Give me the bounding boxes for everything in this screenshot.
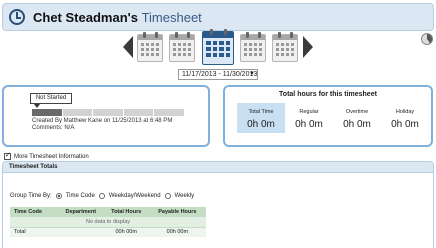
group-option-label: Time Code — [65, 193, 95, 199]
payable-hours: 00h 00m — [148, 226, 206, 237]
clock-icon — [9, 9, 25, 25]
group-option-label: Weekday/Weekend — [108, 193, 161, 199]
progress-segment — [93, 109, 123, 116]
regular-cell: Regular 0h 0m — [285, 103, 333, 133]
pie-chart-icon[interactable] — [421, 33, 433, 45]
group-by-row: Group Time By: Time Code Weekday/Weekend… — [10, 193, 194, 199]
period-select-value: 11/17/2013 - 11/30/2013 — [182, 71, 258, 78]
totals-table: Time Code Department Total Hours Payable… — [10, 207, 206, 237]
calendar-icon[interactable] — [272, 32, 298, 62]
status-pointer-icon — [34, 104, 40, 108]
group-by-label: Group Time By: — [10, 193, 52, 199]
group-weekly-radio[interactable] — [164, 193, 171, 199]
hours-value: 0h 0m — [391, 119, 419, 130]
timesheet-header: Chet Steadman's Timesheet — [2, 3, 434, 31]
group-time-code-radio[interactable] — [55, 193, 62, 199]
timesheet-totals-section: Timesheet Totals Group Time By: Time Cod… — [2, 161, 434, 248]
next-period-arrow-icon[interactable] — [303, 36, 313, 58]
calendar-icon[interactable] — [169, 32, 195, 62]
empty-message: No data to display — [10, 217, 206, 227]
empty-row: No data to display — [10, 217, 206, 227]
totals-title: Timesheet Totals — [3, 162, 433, 173]
column-header[interactable]: Payable Hours — [148, 207, 206, 217]
column-header[interactable]: Total Hours — [103, 207, 149, 217]
status-panel: Not Started Created By Matthew Kane on 1… — [2, 85, 210, 147]
owner-name: Chet Steadman's — [33, 10, 138, 25]
group-option-label: Weekly — [174, 193, 195, 199]
more-info-checkbox[interactable] — [4, 152, 11, 160]
hours-value: 0h 0m — [247, 119, 275, 130]
total-hours: 00h 00m — [103, 226, 149, 237]
more-info-label: More Timesheet Information — [14, 153, 89, 160]
hours-label: Holiday — [395, 109, 415, 115]
progress-segment — [123, 109, 154, 116]
hours-label: Regular — [299, 109, 319, 115]
total-row: Total 00h 00m 00h 00m — [10, 226, 206, 237]
progress-segment — [154, 109, 184, 116]
hours-value: 0h 0m — [295, 119, 323, 130]
title-suffix: Timesheet — [141, 10, 202, 25]
current-period-calendar-icon[interactable] — [202, 29, 234, 65]
column-header[interactable]: Time Code — [10, 207, 58, 217]
hours-title: Total hours for this timesheet — [279, 91, 377, 98]
total-label: Total — [10, 226, 58, 237]
overtime-cell: Overtime 0h 0m — [333, 103, 381, 133]
more-info-toggle[interactable]: More Timesheet Information — [4, 152, 89, 160]
progress-segment — [32, 109, 62, 116]
group-weekday-weekend-radio[interactable] — [98, 193, 105, 199]
period-select[interactable]: 11/17/2013 - 11/30/2013 ▼ — [178, 69, 258, 80]
created-by-text: Created By Matthew Kane on 11/25/2013 at… — [32, 118, 173, 124]
total-time-cell: Total Time 0h 0m — [237, 103, 285, 133]
hours-summary-panel: Total hours for this timesheet Total Tim… — [223, 85, 433, 147]
holiday-cell: Holiday 0h 0m — [381, 103, 429, 133]
calendar-icon[interactable] — [137, 32, 163, 62]
status-badge: Not Started — [30, 93, 72, 104]
hours-value: 0h 0m — [343, 119, 371, 130]
total-department — [57, 226, 104, 237]
page-title: Chet Steadman's Timesheet — [33, 10, 202, 25]
progress-segment — [62, 109, 93, 116]
chevron-down-icon: ▼ — [249, 71, 255, 77]
comments-text: Comments: N/A — [32, 125, 75, 131]
status-progress-bar — [32, 109, 184, 116]
hours-label: Overtime — [345, 109, 369, 115]
hours-label: Total Time — [248, 109, 274, 115]
calendar-icon[interactable] — [240, 32, 266, 62]
column-header[interactable]: Department — [57, 207, 104, 217]
previous-period-arrow-icon[interactable] — [123, 36, 133, 58]
